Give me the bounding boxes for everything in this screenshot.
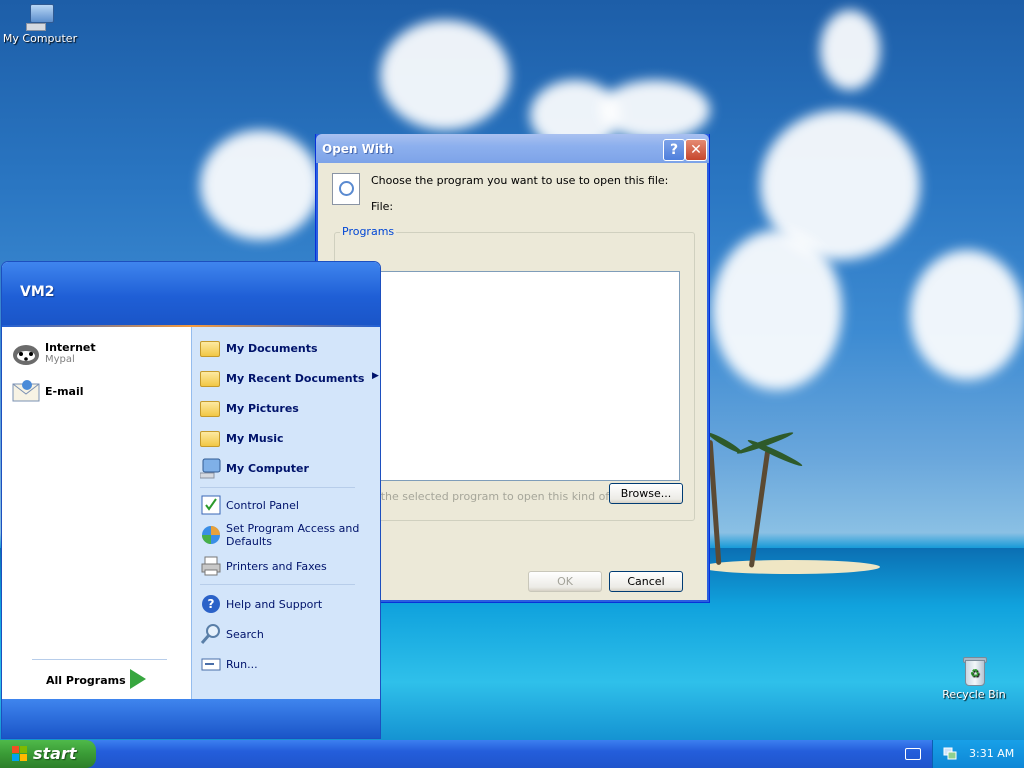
run-icon	[200, 653, 222, 675]
file-label: File:	[371, 200, 394, 213]
ok-button[interactable]: OK	[528, 571, 602, 592]
programs-list[interactable]	[342, 271, 680, 481]
system-tray: 3:31 AM	[932, 740, 1024, 768]
place-my-recent-documents[interactable]: My Recent Documents ▶	[200, 367, 380, 389]
all-programs-arrow-icon[interactable]	[130, 669, 146, 689]
search-icon	[200, 623, 222, 645]
taskbar: start 3:31 AM	[0, 740, 1024, 768]
recycle-bin-icon: ♻	[962, 656, 987, 686]
close-icon: ✕	[690, 142, 702, 158]
place-label: My Music	[226, 431, 284, 445]
email-icon	[11, 377, 41, 405]
cancel-button[interactable]: Cancel	[609, 571, 683, 592]
setting-printers[interactable]: Printers and Faxes	[200, 555, 327, 577]
place-label: My Documents	[226, 341, 318, 355]
pictures-folder-icon	[200, 397, 222, 419]
place-my-pictures[interactable]: My Pictures	[200, 397, 299, 419]
help-icon: ?	[669, 142, 679, 158]
pinned-item-label: E-mail	[45, 384, 84, 398]
pinned-item-label: Internet	[45, 341, 96, 354]
desktop-icon-label: My Computer	[2, 32, 78, 45]
dialog-titlebar[interactable]: Open With ? ✕	[316, 134, 709, 163]
start-menu-footer	[2, 699, 380, 738]
cloud	[712, 230, 842, 390]
help-icon: ?	[200, 593, 222, 615]
island-sand	[700, 560, 880, 574]
setting-control-panel[interactable]: Control Panel	[200, 494, 299, 516]
desktop-icon-my-computer[interactable]: My Computer	[0, 4, 80, 45]
network-icon[interactable]	[943, 746, 957, 760]
separator	[200, 487, 355, 488]
setting-label: Printers and Faxes	[226, 559, 327, 573]
file-search-icon	[332, 173, 360, 205]
separator	[200, 584, 355, 585]
place-my-documents[interactable]: My Documents	[200, 337, 318, 359]
documents-folder-icon	[200, 337, 222, 359]
user-name: VM2	[20, 284, 55, 300]
cloud	[910, 250, 1024, 380]
cloud	[600, 80, 710, 140]
pinned-item-sublabel: Mypal	[45, 354, 75, 365]
windows-logo-icon	[12, 746, 28, 762]
place-label: My Pictures	[226, 401, 299, 415]
close-button[interactable]: ✕	[685, 139, 707, 161]
control-panel-icon	[200, 494, 222, 516]
submenu-arrow-icon: ▶	[372, 371, 379, 381]
browser-icon	[11, 339, 41, 367]
start-menu: VM2 Internet Mypal E-mail All Programs M…	[1, 261, 381, 739]
cloud	[380, 20, 510, 130]
setting-label: Set Program Access and Defaults	[226, 522, 360, 548]
start-menu-header: VM2	[2, 262, 380, 325]
tool-run[interactable]: Run...	[200, 653, 258, 675]
computer-icon	[26, 4, 54, 31]
tool-label: Help and Support	[226, 597, 323, 611]
help-button[interactable]: ?	[663, 139, 685, 161]
desktop-icon-recycle-bin[interactable]: ♻ Recycle Bin	[934, 656, 1014, 701]
place-label: My Recent Documents	[226, 371, 365, 385]
setting-program-access[interactable]: Set Program Access and Defaults	[200, 522, 370, 548]
pinned-programs-pane: Internet Mypal E-mail All Programs	[2, 327, 191, 699]
printer-icon	[200, 555, 222, 577]
tool-label: Run...	[226, 657, 258, 671]
dialog-title: Open With	[322, 142, 394, 156]
cloud	[820, 10, 880, 90]
place-label: My Computer	[226, 461, 309, 475]
cloud	[200, 130, 320, 240]
setting-label: Control Panel	[226, 498, 299, 512]
recent-folder-icon	[200, 367, 222, 389]
dialog-prompt: Choose the program you want to use to op…	[371, 174, 669, 187]
computer-icon	[199, 457, 222, 479]
browse-button[interactable]: Browse...	[609, 483, 683, 504]
tool-label: Search	[226, 627, 264, 641]
place-my-music[interactable]: My Music	[200, 427, 284, 449]
svg-text:?: ?	[208, 597, 215, 611]
separator	[32, 659, 167, 660]
start-button-label: start	[33, 744, 77, 763]
clock[interactable]: 3:31 AM	[969, 747, 1014, 760]
always-use-checkbox-label[interactable]: ys use the selected program to open this…	[342, 490, 629, 503]
place-my-computer[interactable]: My Computer	[199, 457, 309, 479]
start-button[interactable]: start	[0, 740, 96, 768]
pinned-item-internet[interactable]: Internet Mypal	[11, 339, 96, 367]
tool-help[interactable]: ? Help and Support	[200, 593, 322, 615]
pinned-item-email[interactable]: E-mail	[11, 377, 84, 405]
music-folder-icon	[200, 427, 222, 449]
all-programs-label[interactable]: All Programs	[46, 674, 126, 687]
keyboard-icon[interactable]	[905, 748, 921, 760]
tool-search[interactable]: Search	[200, 623, 264, 645]
program-access-icon	[200, 524, 222, 546]
places-pane: My Documents My Recent Documents ▶ My Pi…	[191, 327, 380, 699]
programs-group-label: Programs	[340, 225, 397, 238]
desktop-icon-label: Recycle Bin	[942, 688, 1006, 701]
